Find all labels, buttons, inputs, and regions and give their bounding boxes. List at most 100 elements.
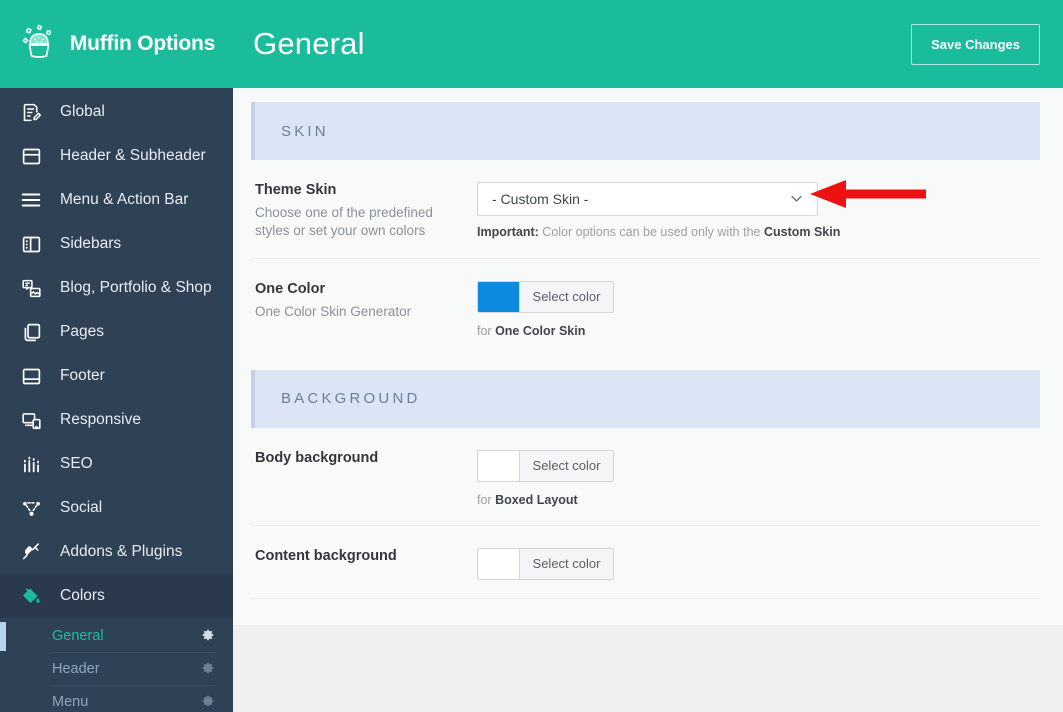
sidebar-item-label: Global: [60, 103, 105, 120]
muffin-logo-icon: [18, 23, 60, 65]
setting-row-content-background: Content background Select color: [251, 526, 1040, 599]
save-changes-button-top[interactable]: Save Changes: [911, 23, 1040, 65]
theme-skin-hint: Important: Color options can be used onl…: [477, 225, 1040, 239]
sidebar-item-pages[interactable]: Pages: [0, 310, 233, 354]
submenu-item-label: General: [52, 628, 104, 644]
setting-title: Content background: [255, 547, 397, 564]
sidebar-item-seo[interactable]: SEO: [0, 442, 233, 486]
setting-control-group: Select color: [477, 547, 1040, 580]
sidebar-item-sidebars[interactable]: Sidebars: [0, 222, 233, 266]
sidebar-item-addons-plugins[interactable]: Addons & Plugins: [0, 530, 233, 574]
footer-actions: Save Changes: [251, 599, 1053, 625]
hamburger-menu-icon: [18, 187, 44, 213]
muffin-options-window: Muffin Options Global Header & Subheader: [0, 0, 1063, 712]
setting-description: Choose one of the predefined styles or s…: [255, 205, 433, 238]
setting-row-body-background: Body background Select color for Boxed L…: [251, 428, 1040, 526]
setting-control-group: Select color for One Color Skin: [477, 280, 1040, 338]
hint-bold: Boxed Layout: [495, 492, 578, 507]
setting-row-theme-skin: Theme Skin Choose one of the predefined …: [251, 160, 1040, 259]
gear-icon[interactable]: [201, 628, 215, 644]
sidebar-item-label: Sidebars: [60, 235, 122, 252]
sidebar-item-label: Pages: [60, 323, 104, 340]
one-color-picker[interactable]: Select color: [477, 280, 614, 313]
gear-icon[interactable]: [201, 661, 215, 677]
body-background-picker[interactable]: Select color: [477, 449, 614, 482]
section-header-background: BACKGROUND: [251, 369, 1040, 428]
color-swatch[interactable]: [478, 450, 520, 481]
sidebar-item-label: Addons & Plugins: [60, 543, 183, 560]
document-edit-icon: [18, 99, 44, 125]
social-share-icon: [18, 495, 44, 521]
sidebar-item-responsive[interactable]: Responsive: [0, 398, 233, 442]
theme-skin-selected-value: - Custom Skin -: [492, 191, 589, 207]
hint-bold: Custom Skin: [763, 225, 841, 239]
hint-bold: One Color Skin: [495, 323, 586, 338]
sidebar-item-label: Blog, Portfolio & Shop: [60, 279, 212, 296]
setting-label-group: Content background: [255, 548, 477, 580]
hint-prefix: for: [477, 323, 496, 338]
chevron-down-icon: [789, 191, 804, 208]
brand-header: Muffin Options: [0, 0, 233, 88]
sidebar-item-blog-portfolio-shop[interactable]: Blog, Portfolio & Shop: [0, 266, 233, 310]
sidebar-nav: Global Header & Subheader Menu & Action …: [0, 88, 233, 712]
colors-submenu: General Header Menu: [0, 618, 233, 712]
sidebar-item-social[interactable]: Social: [0, 486, 233, 530]
setting-control-group: - Custom Skin - Important: Color options…: [477, 182, 1040, 240]
copy-pages-icon: [18, 319, 44, 345]
sidebar-item-label: Footer: [60, 367, 105, 384]
sidebar-item-footer[interactable]: Footer: [0, 354, 233, 398]
footer-layout-icon: [18, 363, 44, 389]
hint-text: Color options can be used only with the: [538, 225, 764, 239]
paint-bucket-icon: [18, 583, 44, 609]
setting-label-group: Body background: [255, 450, 477, 507]
section-title: SKIN: [281, 122, 329, 140]
blog-cards-icon: [18, 275, 44, 301]
setting-title: One Color: [255, 280, 326, 297]
one-color-hint: for One Color Skin: [477, 324, 1040, 338]
submenu-item-label: Header: [52, 661, 100, 677]
theme-skin-select-wrap: - Custom Skin -: [477, 182, 818, 216]
setting-label-group: One Color One Color Skin Generator: [255, 281, 477, 338]
setting-title: Body background: [255, 449, 379, 466]
active-indicator: [0, 622, 6, 651]
hint-prefix: for: [477, 492, 496, 507]
page-topbar: General Save Changes: [233, 0, 1063, 88]
color-swatch[interactable]: [478, 548, 520, 579]
color-swatch[interactable]: [478, 281, 520, 312]
gear-icon[interactable]: [201, 694, 215, 710]
theme-skin-select[interactable]: - Custom Skin -: [477, 182, 818, 216]
sidebar-item-label: Social: [60, 499, 103, 516]
main-area: General Save Changes SKIN Theme Skin Cho…: [233, 0, 1063, 712]
sidebar-item-menu-action-bar[interactable]: Menu & Action Bar: [0, 178, 233, 222]
responsive-devices-icon: [18, 407, 44, 433]
select-color-button[interactable]: Select color: [520, 548, 613, 579]
setting-control-group: Select color for Boxed Layout: [477, 449, 1040, 507]
sidebar-item-label: Header & Subheader: [60, 147, 206, 164]
sidebar-item-label: Colors: [60, 587, 105, 604]
content-background-picker[interactable]: Select color: [477, 547, 614, 580]
select-color-button[interactable]: Select color: [520, 450, 613, 481]
setting-label-group: Theme Skin Choose one of the predefined …: [255, 182, 477, 240]
settings-content: SKIN Theme Skin Choose one of the predef…: [233, 88, 1063, 625]
submenu-item-menu[interactable]: Menu: [52, 686, 215, 712]
hint-prefix: Important:: [477, 225, 539, 239]
plug-icon: [18, 539, 44, 565]
header-layout-icon: [18, 143, 44, 169]
submenu-item-header[interactable]: Header: [52, 653, 215, 686]
brand-title: Muffin Options: [69, 32, 216, 55]
setting-title: Theme Skin: [255, 182, 337, 198]
submenu-item-label: Menu: [52, 694, 89, 710]
seo-bars-icon: [18, 451, 44, 477]
sidebar-item-label: SEO: [60, 455, 93, 472]
submenu-item-general[interactable]: General: [0, 620, 215, 653]
sidebar-item-global[interactable]: Global: [0, 90, 233, 134]
sidebar-item-colors[interactable]: Colors: [0, 574, 233, 618]
settings-panel: SKIN Theme Skin Choose one of the predef…: [251, 102, 1053, 625]
setting-row-one-color: One Color One Color Skin Generator Selec…: [251, 259, 1040, 356]
sidebar-item-label: Menu & Action Bar: [60, 191, 189, 208]
section-title: BACKGROUND: [281, 390, 421, 408]
sidebar-item-header-subheader[interactable]: Header & Subheader: [0, 134, 233, 178]
page-title: General: [253, 26, 365, 61]
select-color-button[interactable]: Select color: [520, 281, 613, 312]
section-header-skin: SKIN: [251, 102, 1040, 160]
